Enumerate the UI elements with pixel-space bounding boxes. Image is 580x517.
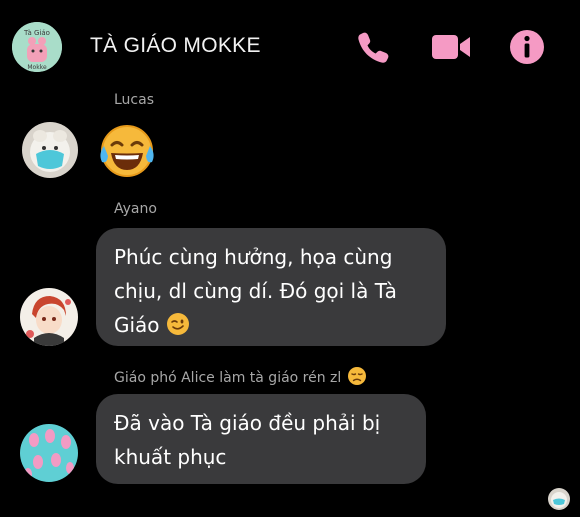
nickname-notice-text: Giáo phó Alice làm tà giáo rén zl <box>114 370 342 386</box>
message-bubble-alice[interactable]: Đã vào Tà giáo đều phải bị khuất phục <box>96 394 426 484</box>
sender-name-ayano: Ayano <box>114 201 157 217</box>
avatar-lucas[interactable] <box>22 122 78 178</box>
sender-nickname-notice: Giáo phó Alice làm tà giáo rén zl <box>114 366 367 386</box>
face-with-tears-of-joy-icon <box>100 125 154 177</box>
chat-header: Tà Giáo Mokke TÀ GIÁO MOKKE <box>0 0 580 92</box>
group-avatar-image: Tà Giáo Mokke <box>12 22 62 72</box>
svg-text:Mokke: Mokke <box>27 64 47 71</box>
svg-text:Tà Giáo: Tà Giáo <box>23 29 50 37</box>
disappointed-face-icon <box>347 366 367 386</box>
video-camera-icon[interactable] <box>428 26 470 68</box>
seen-indicator-avatar <box>548 488 570 510</box>
avatar-alice[interactable] <box>20 424 78 482</box>
message-text: Đã vào Tà giáo đều phải bị khuất phục <box>114 411 381 469</box>
phone-icon[interactable] <box>352 26 394 68</box>
message-text: Phúc cùng hưởng, họa cùng chịu, dl cùng … <box>114 245 397 337</box>
sender-name-lucas: Lucas <box>114 92 154 108</box>
message-bubble-ayano[interactable]: Phúc cùng hưởng, họa cùng chịu, dl cùng … <box>96 228 446 346</box>
chat-title: TÀ GIÁO MOKKE <box>90 34 261 57</box>
avatar-ayano[interactable] <box>20 288 78 346</box>
laughing-emoji-message[interactable] <box>96 120 158 182</box>
info-icon[interactable] <box>506 26 548 68</box>
winking-face-icon <box>166 312 190 336</box>
group-avatar[interactable]: Tà Giáo Mokke <box>12 22 62 72</box>
